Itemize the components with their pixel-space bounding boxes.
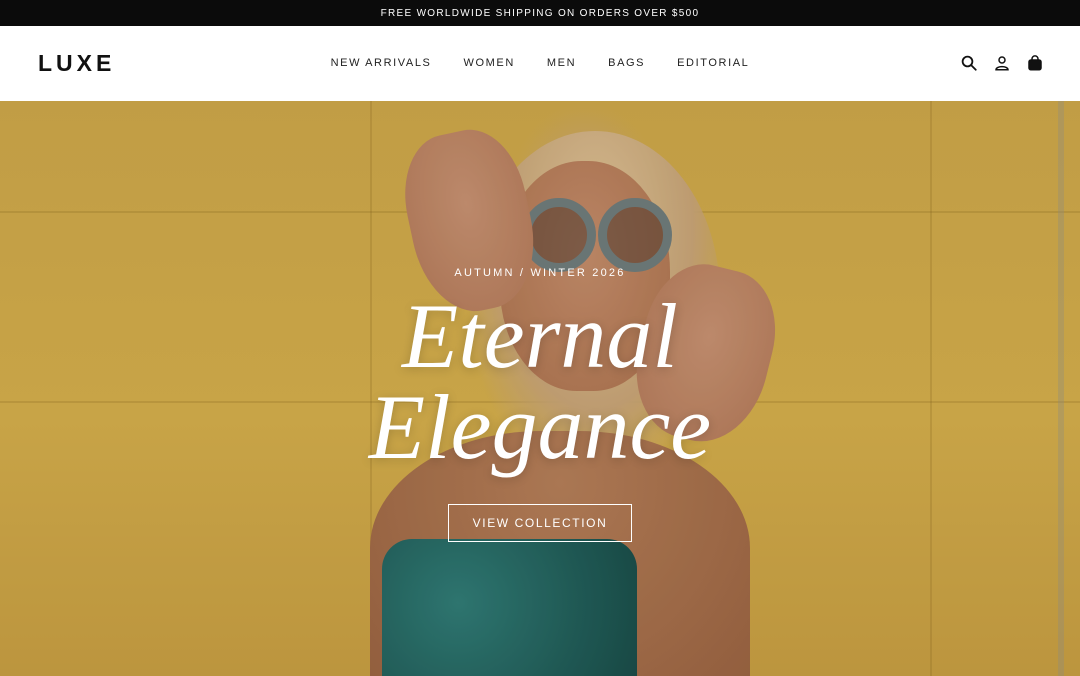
hero-headline-line-1: Eternal [402,285,678,387]
nav-item-men[interactable]: MEN [547,57,576,69]
announcement-bar: FREE WORLDWIDE SHIPPING ON ORDERS OVER $… [0,0,1080,26]
site-header: LUXE NEW ARRIVALS WOMEN MEN BAGS EDITORI… [0,26,1080,101]
view-collection-button[interactable]: VIEW COLLECTION [448,504,632,542]
search-icon[interactable] [960,54,978,72]
nav-item-new-arrivals[interactable]: NEW ARRIVALS [331,57,432,69]
nav-item-bags[interactable]: BAGS [608,57,645,69]
hero-eyebrow: AUTUMN / WINTER 2026 [454,267,626,279]
main-nav: NEW ARRIVALS WOMEN MEN BAGS EDITORIAL [0,57,1080,69]
nav-item-editorial[interactable]: EDITORIAL [677,57,749,69]
hero-headline: Eternal Elegance [0,290,1080,473]
announcement-text: FREE WORLDWIDE SHIPPING ON ORDERS OVER $… [380,7,700,19]
hero-headline-line-2: Elegance [368,376,712,478]
hero-banner: AUTUMN / WINTER 2026 Eternal Elegance VI… [0,101,1080,676]
shopping-bag-icon[interactable] [1026,54,1044,72]
header-actions [960,54,1044,72]
hero-content: AUTUMN / WINTER 2026 Eternal Elegance VI… [0,101,1080,676]
account-icon[interactable] [993,54,1011,72]
nav-item-women[interactable]: WOMEN [464,57,515,69]
